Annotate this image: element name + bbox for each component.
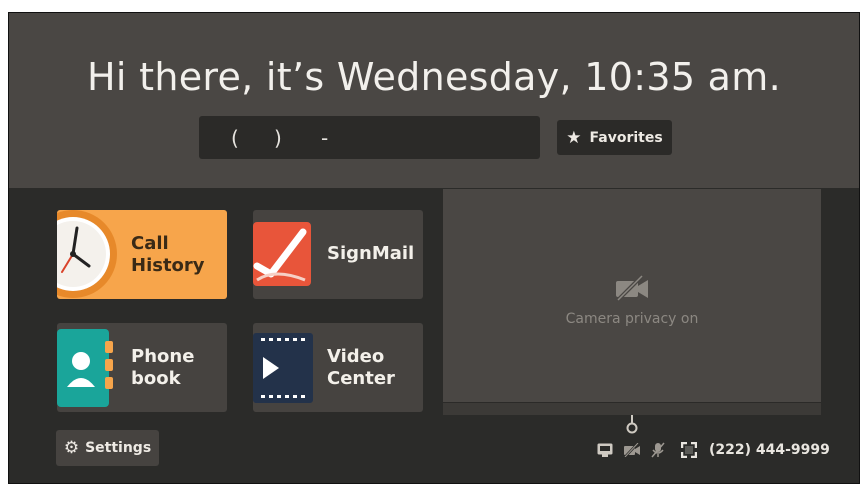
camera-privacy-text: Camera privacy on: [565, 311, 699, 327]
dial-open-paren: (: [231, 125, 239, 150]
settings-button[interactable]: ⚙ Settings: [56, 430, 159, 466]
fullscreen-icon[interactable]: [681, 442, 697, 458]
star-icon: ★: [566, 127, 582, 148]
gear-icon: ⚙: [63, 438, 80, 458]
camera-knob-icon: [626, 415, 638, 434]
dial-dash: -: [321, 125, 329, 150]
favorites-label: Favorites: [589, 129, 663, 146]
header: Hi there, it’s Wednesday, 10:35 am. ( ) …: [9, 13, 859, 188]
tile-video-center-label: Video Center: [327, 346, 395, 389]
camera-off-icon: [624, 443, 640, 457]
phonebook-icon: [57, 329, 113, 407]
tile-signmail[interactable]: SignMail: [253, 210, 423, 299]
signmail-icon: [253, 222, 311, 286]
tile-video-center[interactable]: Video Center: [253, 323, 423, 412]
preview-bar: [443, 402, 821, 415]
dial-close-paren: ): [274, 125, 282, 150]
phone-number: (222) 444-9999: [709, 442, 830, 458]
video-center-icon: [253, 333, 313, 403]
tile-phonebook[interactable]: Phone book: [57, 323, 227, 412]
favorites-button[interactable]: ★ Favorites: [557, 120, 672, 155]
tile-call-history[interactable]: Call History: [57, 210, 227, 299]
tile-phonebook-label: Phone book: [131, 346, 195, 389]
tile-signmail-label: SignMail: [327, 243, 415, 264]
tile-call-history-label: Call History: [131, 233, 205, 276]
dial-number-input[interactable]: ( ) -: [199, 116, 540, 159]
camera-off-icon: [616, 275, 648, 301]
video-preview: Camera privacy on: [443, 189, 821, 415]
greeting-text: Hi there, it’s Wednesday, 10:35 am.: [87, 55, 781, 99]
clock-icon: [57, 210, 117, 298]
network-icon: [597, 443, 613, 457]
status-bar: (222) 444-9999: [597, 440, 830, 460]
app-window: Hi there, it’s Wednesday, 10:35 am. ( ) …: [8, 12, 860, 484]
settings-label: Settings: [85, 440, 152, 456]
mic-off-icon: [651, 442, 665, 458]
